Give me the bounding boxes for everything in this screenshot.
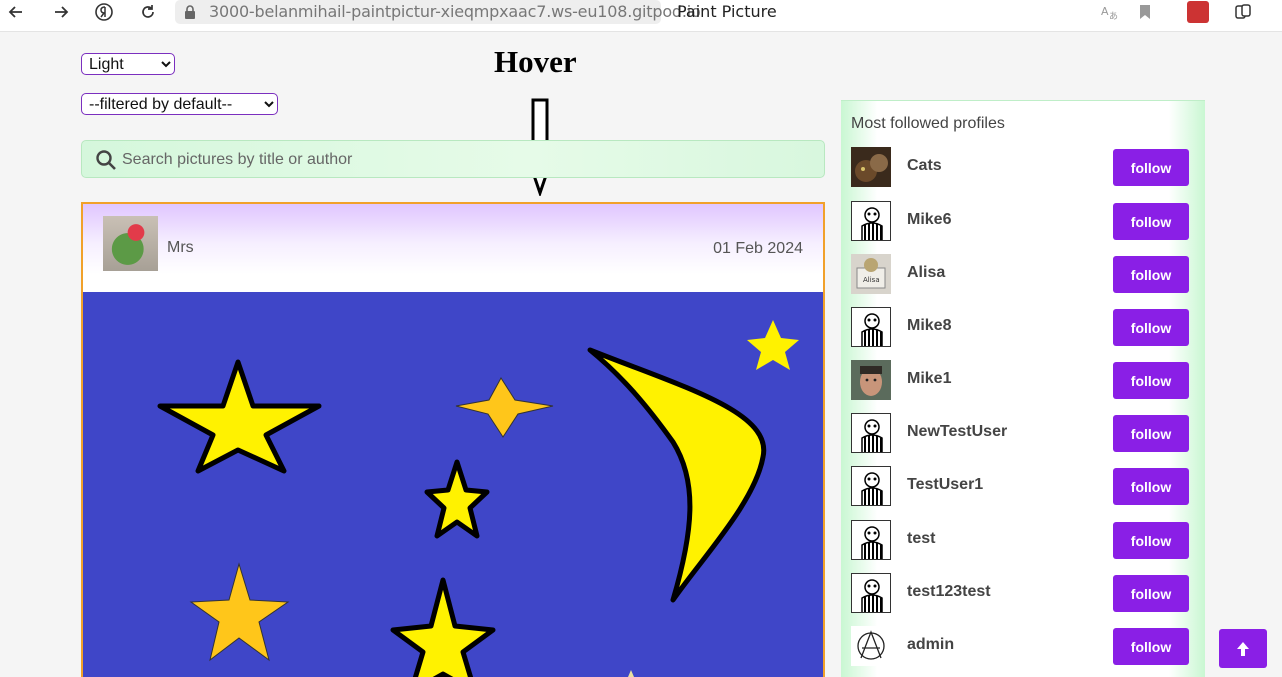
author-name[interactable]: Mrs xyxy=(167,239,194,257)
profile-row: Cats follow xyxy=(851,146,1191,188)
profile-avatar[interactable] xyxy=(851,147,891,187)
profile-row: NewTestUser follow xyxy=(851,412,1191,454)
follow-button[interactable]: follow xyxy=(1113,575,1189,612)
profile-row: Mike8 follow xyxy=(851,306,1191,348)
url-text[interactable]: 3000-belanmihail-paintpictur-xieqmpxaac7… xyxy=(209,2,701,21)
profile-avatar[interactable] xyxy=(851,573,891,613)
back-arrow-icon[interactable] xyxy=(4,0,28,24)
scroll-to-top-button[interactable] xyxy=(1219,629,1267,668)
search-bar xyxy=(81,140,825,178)
follow-button[interactable]: follow xyxy=(1113,468,1189,505)
follow-button[interactable]: follow xyxy=(1113,522,1189,559)
svg-text:A: A xyxy=(1101,5,1109,18)
forward-arrow-icon[interactable] xyxy=(49,0,73,24)
yandex-logo-icon[interactable] xyxy=(92,0,116,24)
reload-icon[interactable] xyxy=(136,0,160,24)
svg-text:Alisa: Alisa xyxy=(863,276,880,284)
profile-name[interactable]: Mike6 xyxy=(907,211,951,229)
profile-name[interactable]: test123test xyxy=(907,583,991,601)
profile-name[interactable]: admin xyxy=(907,636,954,654)
author-avatar[interactable] xyxy=(103,216,158,271)
follow-button[interactable]: follow xyxy=(1113,628,1189,665)
lock-icon[interactable] xyxy=(178,0,202,24)
picture-date: 01 Feb 2024 xyxy=(713,240,803,257)
profile-row: test123test follow xyxy=(851,572,1191,614)
profile-row: Alisa Alisa follow xyxy=(851,253,1191,295)
search-input[interactable] xyxy=(122,147,812,173)
svg-text:あ: あ xyxy=(1109,11,1118,21)
bookmark-icon[interactable] xyxy=(1134,1,1156,23)
profile-avatar[interactable] xyxy=(851,360,891,400)
profile-row: Mike6 follow xyxy=(851,200,1191,242)
profile-row: test follow xyxy=(851,519,1191,561)
profile-avatar[interactable] xyxy=(851,413,891,453)
translate-icon[interactable]: Aあ xyxy=(1098,1,1120,23)
profile-row: TestUser1 follow xyxy=(851,465,1191,507)
arrow-up-icon xyxy=(1237,641,1249,656)
picture-image[interactable] xyxy=(83,292,823,677)
card-header: Mrs 01 Feb 2024 xyxy=(83,204,823,292)
profile-avatar[interactable]: Alisa xyxy=(851,254,891,294)
profile-name[interactable]: TestUser1 xyxy=(907,476,983,494)
tab-title: Paint Picture xyxy=(677,2,777,21)
profile-avatar[interactable] xyxy=(851,520,891,560)
follow-button[interactable]: follow xyxy=(1113,309,1189,346)
search-icon xyxy=(96,150,116,170)
hover-annotation-title: Hover xyxy=(494,44,577,79)
most-followed-sidebar: Most followed profiles Cats follow Mike6 fo… xyxy=(841,100,1205,677)
profile-avatar-icon[interactable] xyxy=(1187,1,1209,23)
profile-avatar[interactable] xyxy=(851,626,891,666)
follow-button[interactable]: follow xyxy=(1113,203,1189,240)
profile-avatar[interactable] xyxy=(851,307,891,347)
profile-name[interactable]: Alisa xyxy=(907,264,945,282)
browser-toolbar: 3000-belanmihail-paintpictur-xieqmpxaac7… xyxy=(0,0,1282,32)
profile-row: admin follow xyxy=(851,625,1191,667)
follow-button[interactable]: follow xyxy=(1113,362,1189,399)
follow-button[interactable]: follow xyxy=(1113,256,1189,293)
profile-name[interactable]: Mike1 xyxy=(907,370,951,388)
theme-select[interactable]: Light xyxy=(81,53,175,75)
profile-name[interactable]: Cats xyxy=(907,157,942,175)
profile-name[interactable]: NewTestUser xyxy=(907,423,1007,441)
follow-button[interactable]: follow xyxy=(1113,415,1189,452)
profile-avatar[interactable] xyxy=(851,201,891,241)
picture-card[interactable]: Mrs 01 Feb 2024 xyxy=(81,202,825,677)
profile-row: Mike1 follow xyxy=(851,359,1191,401)
profile-name[interactable]: test xyxy=(907,530,935,548)
profile-name[interactable]: Mike8 xyxy=(907,317,951,335)
profile-avatar[interactable] xyxy=(851,466,891,506)
follow-button[interactable]: follow xyxy=(1113,149,1189,186)
filter-select[interactable]: --filtered by default-- xyxy=(81,93,278,115)
collections-icon[interactable] xyxy=(1232,1,1254,23)
sidebar-title: Most followed profiles xyxy=(851,115,1005,132)
